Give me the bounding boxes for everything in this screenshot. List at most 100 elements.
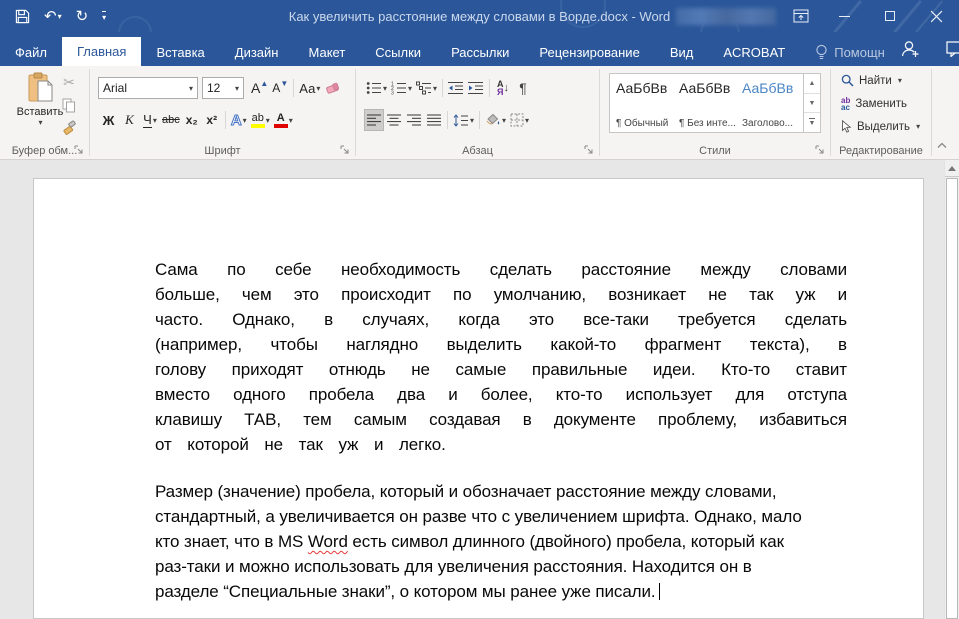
title-bar: ↶ ▾ ↻ ▾ Как увеличить расстояние между сл… bbox=[0, 0, 959, 32]
bold-button[interactable]: Ж bbox=[98, 109, 119, 131]
borders-icon bbox=[510, 113, 524, 127]
decrease-indent-button[interactable] bbox=[446, 77, 466, 99]
paragraph-group: ▾ 123 ▾ ▾ А Я ↓ ¶ ▾ ▾ ▾ Абзац bbox=[356, 66, 599, 159]
align-right-button[interactable] bbox=[404, 109, 424, 131]
change-case-button[interactable]: Аа ▾ bbox=[297, 77, 322, 99]
tab-acrobat[interactable]: ACROBAT bbox=[708, 38, 800, 66]
align-left-button[interactable] bbox=[364, 109, 384, 131]
select-button[interactable]: Выделить ▾ bbox=[841, 120, 920, 133]
collapse-ribbon-button[interactable] bbox=[933, 137, 951, 153]
styles-group: АаБбВв ¶ Обычный АаБбВв ¶ Без инте... Аа… bbox=[600, 66, 830, 159]
font-name-combobox[interactable]: Arial ▾ bbox=[98, 77, 198, 99]
comments-icon[interactable] bbox=[946, 41, 959, 57]
scrollbar-thumb[interactable] bbox=[946, 178, 958, 619]
text-effects-dropdown-icon: ▾ bbox=[242, 115, 247, 125]
vertical-scrollbar[interactable] bbox=[944, 160, 959, 619]
paste-dropdown-icon[interactable]: ▾ bbox=[38, 118, 42, 127]
copy-icon[interactable] bbox=[62, 98, 76, 113]
minimize-button[interactable] bbox=[821, 0, 867, 32]
align-center-icon bbox=[387, 114, 401, 126]
text-highlight-button[interactable]: ab ▾ bbox=[249, 109, 272, 131]
undo-dropdown-icon[interactable]: ▾ bbox=[58, 12, 62, 21]
style-heading1[interactable]: АаБбВв Заголово... bbox=[736, 74, 799, 132]
text-line: больше, чем это происходит по умолчанию,… bbox=[155, 285, 847, 304]
style-no-spacing[interactable]: АаБбВв ¶ Без инте... bbox=[673, 74, 736, 132]
multilevel-list-button[interactable]: ▾ bbox=[414, 77, 439, 99]
grow-font-button[interactable]: А ▲ bbox=[249, 77, 270, 99]
ribbon-display-options-button[interactable] bbox=[781, 0, 821, 32]
text-highlight-icon: ab bbox=[250, 112, 265, 128]
bullets-button[interactable]: ▾ bbox=[364, 77, 389, 99]
tab-review[interactable]: Рецензирование bbox=[524, 38, 654, 66]
replace-button[interactable]: ab ac Заменить bbox=[841, 97, 907, 112]
tab-home[interactable]: Главная bbox=[61, 37, 142, 66]
superscript-button[interactable]: x² bbox=[202, 109, 222, 131]
tab-references[interactable]: Ссылки bbox=[360, 38, 436, 66]
format-painter-icon[interactable] bbox=[62, 120, 76, 135]
document-page[interactable]: Сама по себе необходимость сделать расст… bbox=[33, 178, 924, 619]
clipboard-dialog-launcher[interactable] bbox=[74, 145, 85, 156]
styles-scroll-up-button[interactable]: ▲ bbox=[804, 74, 820, 94]
redo-button[interactable]: ↻ bbox=[71, 3, 94, 29]
maximize-button[interactable] bbox=[867, 0, 913, 32]
show-formatting-marks-button[interactable]: ¶ bbox=[513, 77, 533, 99]
shrink-font-button[interactable]: А ▼ bbox=[270, 77, 290, 99]
tab-insert[interactable]: Вставка bbox=[141, 38, 219, 66]
subscript-button[interactable]: x₂ bbox=[182, 109, 202, 131]
tab-mailings[interactable]: Рассылки bbox=[436, 38, 524, 66]
multilevel-list-dropdown-icon: ▾ bbox=[433, 83, 438, 93]
mini-separator bbox=[224, 111, 226, 129]
tab-view[interactable]: Вид bbox=[655, 38, 709, 66]
align-center-button[interactable] bbox=[384, 109, 404, 131]
text-line: разделе “Специальные знаки”, о котором м… bbox=[155, 579, 847, 604]
text-effects-button[interactable]: А ▾ bbox=[229, 109, 249, 131]
numbering-button[interactable]: 123 ▾ bbox=[389, 77, 414, 99]
save-icon[interactable] bbox=[10, 3, 35, 29]
tell-me-assistant[interactable]: Помощн bbox=[800, 38, 900, 66]
tab-file[interactable]: Файл bbox=[0, 38, 62, 66]
paragraph-dialog-launcher[interactable] bbox=[584, 145, 595, 156]
customize-quick-access-button[interactable]: ▾ bbox=[97, 3, 111, 29]
font-size-combobox[interactable]: 12 ▾ bbox=[202, 77, 244, 99]
styles-scroll-down-button[interactable]: ▼ bbox=[804, 94, 820, 114]
tab-design[interactable]: Дизайн bbox=[220, 38, 294, 66]
underline-button[interactable]: Ч ▾ bbox=[140, 109, 160, 131]
borders-button[interactable]: ▾ bbox=[508, 109, 531, 131]
bullets-dropdown-icon: ▾ bbox=[383, 83, 388, 93]
shading-button[interactable]: ▾ bbox=[483, 109, 508, 131]
font-dialog-launcher[interactable] bbox=[340, 145, 351, 156]
font-size-dropdown-icon: ▾ bbox=[234, 83, 239, 93]
justify-button[interactable] bbox=[424, 109, 444, 131]
scrollbar-up-button[interactable] bbox=[945, 160, 959, 177]
style-normal[interactable]: АаБбВв ¶ Обычный bbox=[610, 74, 673, 132]
line-spacing-button[interactable]: ▾ bbox=[451, 109, 476, 131]
share-person-icon[interactable] bbox=[900, 40, 920, 58]
bullets-icon bbox=[366, 82, 381, 94]
assistant-label: Помощн bbox=[834, 44, 885, 60]
mini-separator bbox=[489, 79, 491, 97]
cut-icon[interactable]: ✂ bbox=[63, 74, 75, 91]
strikethrough-button[interactable]: abc bbox=[160, 109, 182, 131]
font-color-button[interactable]: А ▾ bbox=[272, 109, 295, 131]
tab-layout[interactable]: Макет bbox=[293, 38, 360, 66]
grow-font-arrow: ▲ bbox=[260, 78, 269, 88]
document-text[interactable]: Сама по себе необходимость сделать расст… bbox=[155, 257, 847, 604]
svg-text:3: 3 bbox=[391, 91, 394, 96]
italic-button[interactable]: К bbox=[119, 109, 140, 131]
shrink-font-icon: А bbox=[272, 81, 281, 95]
find-search-icon bbox=[841, 74, 854, 87]
clear-formatting-eraser-icon bbox=[326, 82, 340, 94]
increase-indent-button[interactable] bbox=[466, 77, 486, 99]
find-button[interactable]: Найти ▾ bbox=[841, 74, 902, 87]
styles-more-button[interactable]: ▼ bbox=[804, 113, 820, 132]
mini-separator bbox=[293, 79, 295, 97]
sort-button[interactable]: АЯ ↓ bbox=[493, 77, 513, 99]
paste-button[interactable]: Вставить ▾ bbox=[12, 72, 68, 144]
styles-dialog-launcher[interactable] bbox=[815, 145, 826, 156]
clear-formatting-button[interactable] bbox=[322, 77, 342, 99]
find-label: Найти bbox=[859, 74, 892, 87]
style-name: ¶ Без инте... bbox=[679, 118, 736, 129]
align-right-icon bbox=[407, 114, 421, 126]
undo-button[interactable]: ↶ ▾ bbox=[39, 3, 67, 29]
close-button[interactable] bbox=[913, 0, 959, 32]
